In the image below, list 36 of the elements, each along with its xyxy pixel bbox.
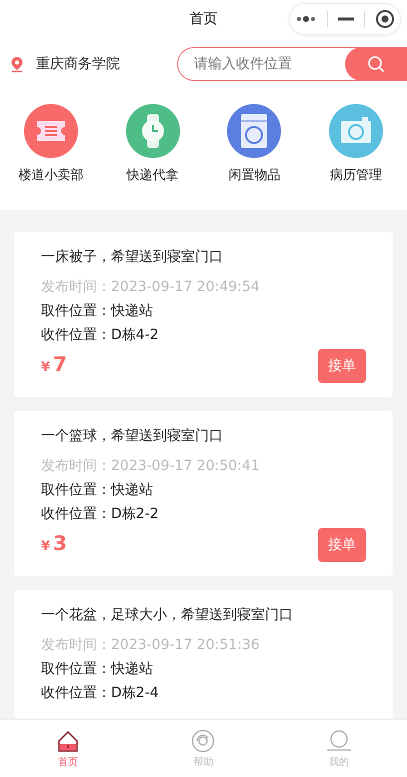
order-price: ¥7 bbox=[41, 352, 67, 378]
accept-button[interactable]: 接单 bbox=[318, 349, 366, 383]
tab-item[interactable]: 首页 bbox=[38, 728, 98, 768]
help-icon bbox=[191, 728, 216, 752]
category-item[interactable]: 病历管理 bbox=[311, 104, 402, 184]
category-item[interactable]: 闲置物品 bbox=[209, 104, 300, 184]
order-title: 一个花盆，足球大小，希望送到寝室门口 bbox=[41, 606, 294, 625]
home-icon bbox=[56, 728, 80, 752]
tab-item[interactable]: 我的 bbox=[309, 728, 370, 768]
page-title: 首页 bbox=[190, 10, 218, 28]
delivery-location: 收件位置：D栋4-2 bbox=[41, 326, 160, 345]
search-bar[interactable]: 请输入收件位置 bbox=[177, 47, 407, 81]
publish-time: 发布时间：2023-09-17 20:50:41 bbox=[41, 457, 261, 476]
search-field[interactable]: 请输入收件位置 bbox=[178, 55, 345, 73]
search-icon bbox=[367, 55, 385, 73]
pickup-location: 取件位置：快递站 bbox=[41, 302, 154, 321]
tab-item[interactable]: 帮助 bbox=[173, 728, 234, 768]
pickup-location: 取件位置：快递站 bbox=[41, 660, 154, 679]
accept-button[interactable]: 接单 bbox=[318, 528, 366, 562]
close-icon[interactable] bbox=[375, 9, 395, 29]
campus-name: 重庆商务学院 bbox=[36, 55, 120, 73]
order-price: ¥3 bbox=[41, 531, 67, 557]
order-title: 一床被子，希望送到寝室门口 bbox=[41, 248, 224, 267]
category-item[interactable]: 楼道小卖部 bbox=[6, 104, 96, 184]
category-item[interactable]: 快递代拿 bbox=[108, 104, 198, 184]
publish-time: 发布时间：2023-09-17 20:51:36 bbox=[41, 636, 261, 655]
order-title: 一个篮球，希望送到寝室门口 bbox=[41, 427, 224, 446]
user-icon bbox=[327, 728, 352, 752]
publish-time: 发布时间：2023-09-17 20:49:54 bbox=[41, 278, 261, 297]
search-button[interactable] bbox=[345, 48, 407, 80]
delivery-location: 收件位置：D栋2-2 bbox=[41, 505, 160, 524]
location-pin-icon bbox=[10, 56, 24, 72]
pickup-location: 取件位置：快递站 bbox=[41, 481, 154, 500]
delivery-location: 收件位置：D栋2-4 bbox=[41, 684, 160, 703]
minimize-icon[interactable] bbox=[338, 17, 354, 21]
more-icon[interactable] bbox=[295, 15, 317, 23]
